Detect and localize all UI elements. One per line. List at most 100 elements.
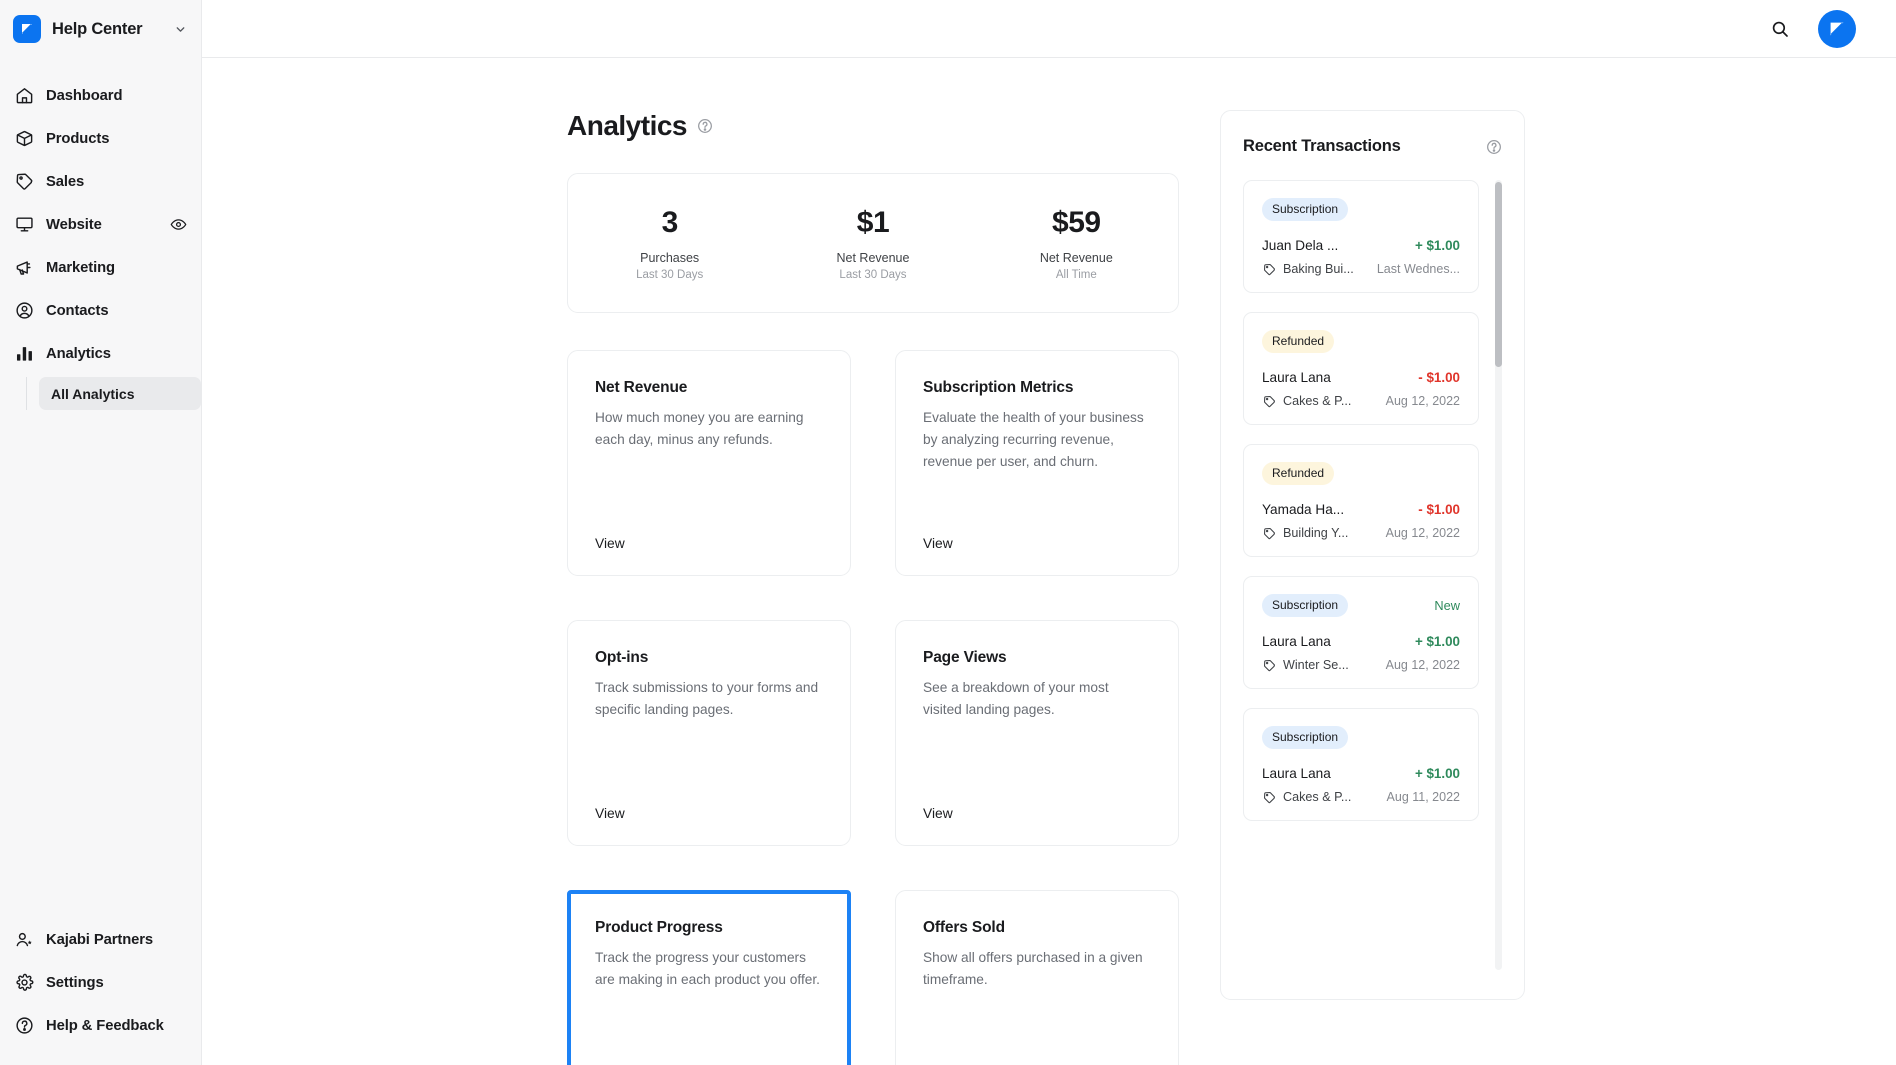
question-circle-icon	[14, 1016, 34, 1036]
sidebar-item-all-analytics[interactable]: All Analytics	[39, 377, 201, 410]
sidebar-subitem-label: All Analytics	[51, 385, 135, 402]
report-card-offers-sold[interactable]: Offers Sold Show all offers purchased in…	[895, 890, 1179, 1065]
status-badge: Subscription	[1262, 198, 1349, 221]
tag-icon	[1262, 262, 1276, 276]
box-icon	[14, 129, 34, 149]
product-name: Cakes & P...	[1283, 394, 1352, 408]
search-icon[interactable]	[1768, 17, 1792, 41]
stat-purchases: 3 Purchases Last 30 Days	[568, 206, 771, 281]
question-circle-icon[interactable]	[696, 118, 713, 135]
brand-name: Help Center	[52, 19, 143, 38]
sidebar-item-label: Products	[46, 130, 110, 147]
recent-transactions-panel: Recent Transactions Subscription Juan De…	[1220, 110, 1525, 1000]
sidebar-item-website[interactable]: Website	[0, 203, 201, 246]
monitor-icon	[14, 215, 34, 235]
transactions-list: Subscription Juan Dela ... + $1.00 Bakin…	[1243, 180, 1502, 970]
report-card-page-views[interactable]: Page Views See a breakdown of your most …	[895, 620, 1179, 846]
transaction-row[interactable]: Subscription Laura Lana + $1.00 Cakes & …	[1243, 708, 1479, 821]
customer-name-link[interactable]: Juan Dela ...	[1262, 238, 1338, 253]
customer-name-link[interactable]: Laura Lana	[1262, 370, 1331, 385]
question-circle-icon[interactable]	[1485, 138, 1502, 155]
stat-sublabel: All Time	[1055, 268, 1097, 281]
transaction-amount: + $1.00	[1414, 766, 1460, 781]
kajabi-avatar-icon[interactable]	[1818, 9, 1856, 48]
user-circle-icon	[14, 301, 34, 321]
report-card-title: Net Revenue	[595, 379, 688, 396]
sidebar-item-products[interactable]: Products	[0, 117, 201, 160]
product-name: Cakes & P...	[1283, 790, 1352, 804]
transaction-amount: + $1.00	[1414, 238, 1460, 253]
report-card-view-link[interactable]: View	[595, 1058, 823, 1065]
transaction-date: Last Wednes...	[1376, 262, 1460, 276]
sidebar-item-kajabi-partners[interactable]: Kajabi Partners	[0, 918, 201, 961]
page-title-row: Analytics	[567, 110, 1179, 142]
report-card-net-revenue[interactable]: Net Revenue How much money you are earni…	[567, 350, 851, 576]
transaction-row[interactable]: Subscription New Laura Lana + $1.00 Wint…	[1243, 576, 1479, 689]
home-icon	[14, 86, 34, 106]
report-card-view-link[interactable]: View	[923, 1058, 1151, 1065]
transaction-amount: + $1.00	[1414, 634, 1460, 649]
bar-chart-icon	[14, 344, 34, 364]
report-card-view-link[interactable]: View	[595, 518, 823, 551]
report-card-description: How much money you are earning each day,…	[595, 410, 804, 448]
report-card-subscription-metrics[interactable]: Subscription Metrics Evaluate the health…	[895, 350, 1179, 576]
status-badge: Subscription	[1262, 594, 1349, 617]
report-card-description: Evaluate the health of your business by …	[923, 410, 1144, 470]
transaction-row[interactable]: Subscription Juan Dela ... + $1.00 Bakin…	[1243, 180, 1479, 293]
analytics-report-grid: Net Revenue How much money you are earni…	[567, 350, 1179, 1065]
analytics-main-column: Analytics 3 Purchases Last 30 Days $1 Ne…	[567, 110, 1179, 1065]
sidebar-item-label: Settings	[46, 974, 104, 991]
transaction-amount: - $1.00	[1418, 370, 1460, 385]
report-card-title: Subscription Metrics	[923, 379, 1074, 396]
megaphone-icon	[14, 258, 34, 278]
report-card-view-link[interactable]: View	[595, 788, 823, 821]
status-badge: Refunded	[1262, 330, 1335, 353]
chevron-down-icon[interactable]	[174, 23, 187, 36]
report-card-description: See a breakdown of your most visited lan…	[923, 680, 1109, 718]
top-bar	[202, 0, 1896, 58]
transactions-scrollbar-thumb[interactable]	[1495, 182, 1502, 367]
report-card-view-link[interactable]: View	[923, 788, 1151, 821]
sidebar-item-analytics[interactable]: Analytics	[0, 332, 201, 375]
sidebar-item-label: Help & Feedback	[46, 1017, 164, 1034]
sidebar: Help Center Dashboard Products Sales Web…	[0, 0, 202, 1065]
product-name: Baking Bui...	[1283, 262, 1354, 276]
analytics-subnav: All Analytics	[26, 377, 201, 410]
eye-icon[interactable]	[169, 216, 187, 234]
recent-transactions-title: Recent Transactions	[1243, 137, 1401, 155]
sidebar-item-label: Contacts	[46, 302, 109, 319]
tag-icon	[1262, 790, 1276, 804]
transaction-date: Aug 12, 2022	[1385, 658, 1460, 672]
transaction-row[interactable]: Refunded Laura Lana - $1.00 Cakes & P...…	[1243, 312, 1479, 425]
report-card-opt-ins[interactable]: Opt-ins Track submissions to your forms …	[567, 620, 851, 846]
sidebar-item-dashboard[interactable]: Dashboard	[0, 74, 201, 117]
report-card-title: Offers Sold	[923, 919, 1005, 936]
sidebar-item-help-feedback[interactable]: Help & Feedback	[0, 1004, 201, 1047]
transaction-row[interactable]: Refunded Yamada Ha... - $1.00 Building Y…	[1243, 444, 1479, 557]
main-area: Analytics 3 Purchases Last 30 Days $1 Ne…	[202, 0, 1896, 1065]
page-content: Analytics 3 Purchases Last 30 Days $1 Ne…	[202, 58, 1896, 1065]
stat-sublabel: Last 30 Days	[839, 268, 907, 281]
kajabi-logo-icon	[13, 15, 41, 43]
stat-sublabel: Last 30 Days	[636, 268, 704, 281]
status-badge: Subscription	[1262, 726, 1349, 749]
sidebar-item-sales[interactable]: Sales	[0, 160, 201, 203]
brand-switcher[interactable]: Help Center	[0, 0, 201, 58]
report-card-product-progress[interactable]: Product Progress Track the progress your…	[567, 890, 851, 1065]
customer-name-link[interactable]: Laura Lana	[1262, 766, 1331, 781]
sidebar-bottom-navigation: Kajabi Partners Settings Help & Feedback	[0, 918, 201, 1047]
report-card-view-link[interactable]: View	[923, 518, 1151, 551]
sidebar-item-label: Dashboard	[46, 87, 123, 104]
recent-transactions-column: Recent Transactions Subscription Juan De…	[1220, 110, 1525, 1065]
transaction-amount: - $1.00	[1418, 502, 1460, 517]
sidebar-item-settings[interactable]: Settings	[0, 961, 201, 1004]
customer-name-link[interactable]: Laura Lana	[1262, 634, 1331, 649]
sidebar-item-marketing[interactable]: Marketing	[0, 246, 201, 289]
user-star-icon	[14, 930, 34, 950]
sidebar-item-contacts[interactable]: Contacts	[0, 289, 201, 332]
report-card-description: Show all offers purchased in a given tim…	[923, 950, 1143, 988]
transaction-date: Aug 12, 2022	[1385, 394, 1460, 408]
tag-icon	[14, 172, 34, 192]
customer-name-link[interactable]: Yamada Ha...	[1262, 502, 1344, 517]
product-name: Winter Se...	[1283, 658, 1349, 672]
